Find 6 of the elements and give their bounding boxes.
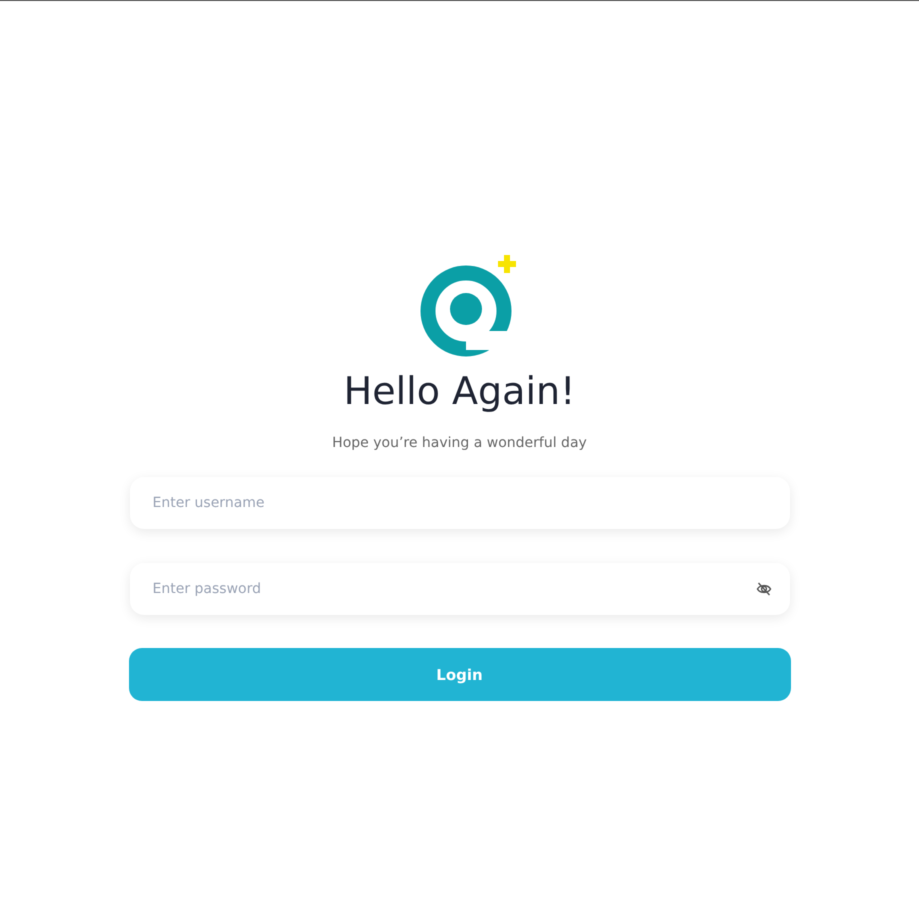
login-button[interactable]: Login <box>128 648 790 701</box>
page-heading: Hello Again! <box>344 369 576 413</box>
username-field[interactable]: Enter username <box>130 477 790 529</box>
password-field[interactable]: Enter password <box>130 563 790 615</box>
eye-slash-icon[interactable] <box>756 581 772 597</box>
subtitle: Hope you’re having a wonderful day <box>332 435 587 451</box>
